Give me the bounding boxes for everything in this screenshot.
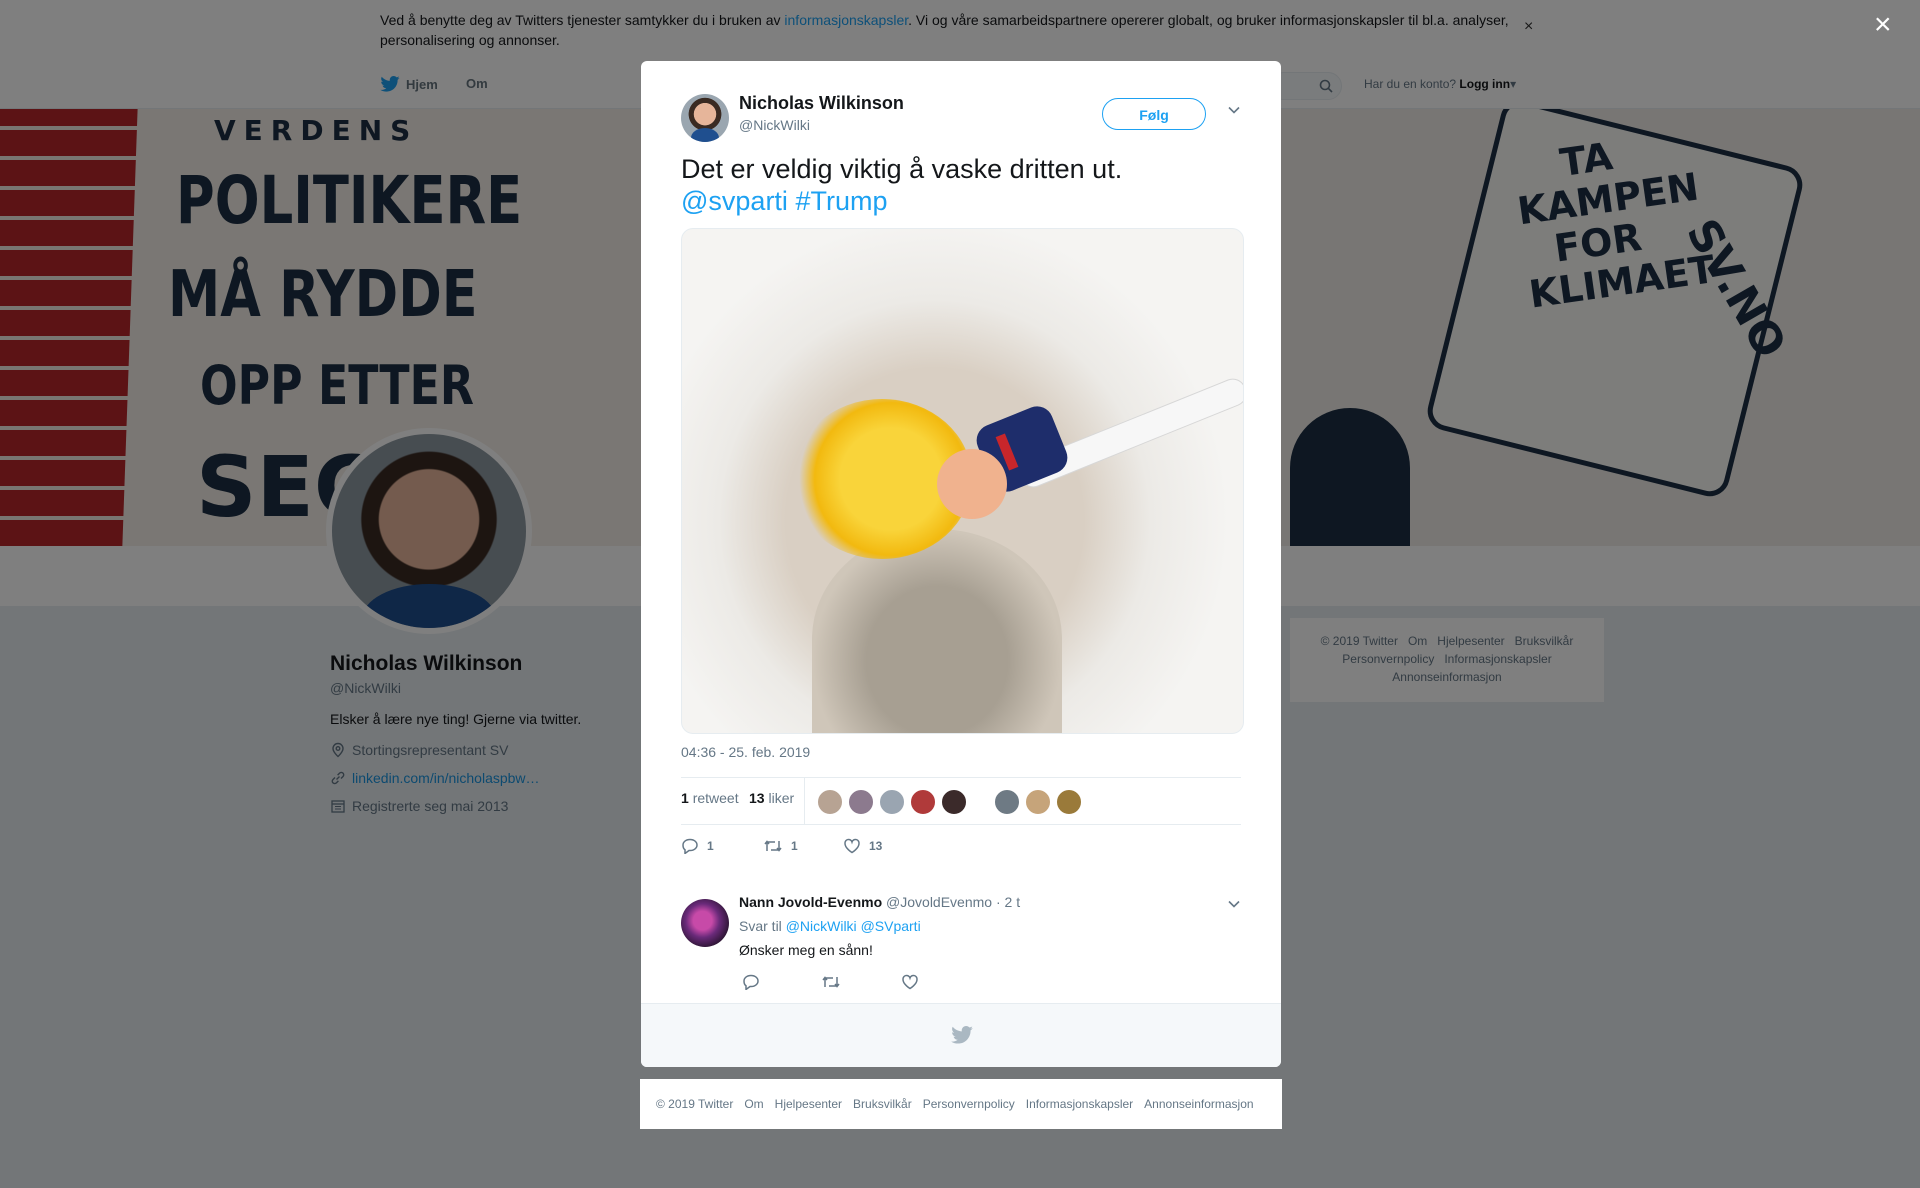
tweet-hashtag-link[interactable]: #Trump — [795, 186, 887, 216]
likers-avatars — [817, 789, 1087, 815]
tweet-photo[interactable] — [681, 228, 1244, 734]
footer-link[interactable]: Om — [744, 1097, 763, 1111]
liker-avatar[interactable] — [879, 789, 905, 815]
reply-icon[interactable] — [742, 974, 760, 990]
reply-icon — [682, 838, 698, 854]
liker-avatar[interactable] — [941, 789, 967, 815]
divider — [681, 824, 1241, 825]
heart-icon — [844, 838, 860, 854]
tweet-text: Det er veldig viktig å vaske dritten ut.… — [681, 154, 1123, 216]
chevron-down-icon[interactable] — [1227, 899, 1241, 909]
tweet-timestamp: 04:36 - 25. feb. 2019 — [681, 744, 811, 760]
like-stat[interactable]: 13 liker — [749, 790, 794, 806]
liker-avatar[interactable] — [1025, 789, 1051, 815]
footer-link[interactable]: Bruksvilkår — [853, 1097, 912, 1111]
like-action[interactable]: 13 — [843, 838, 882, 854]
reply-header: Nann Jovold-Evenmo @JovoldEvenmo · 2 t — [739, 894, 1020, 910]
footer-link[interactable]: Annonseinformasjon — [1144, 1097, 1253, 1111]
close-modal-button[interactable]: × — [1874, 10, 1892, 40]
retweet-action[interactable]: 1 — [763, 838, 798, 854]
modal-footer — [641, 1003, 1281, 1067]
divider — [681, 777, 1241, 778]
follow-button[interactable]: Følg — [1102, 98, 1206, 130]
tweet-author-handle[interactable]: @NickWilki — [739, 117, 810, 133]
twitter-bird-icon — [951, 1026, 973, 1044]
retweet-icon[interactable] — [821, 974, 841, 990]
footer-link[interactable]: Informasjonskapsler — [1026, 1097, 1133, 1111]
tweet-mention-link[interactable]: @svparti — [681, 186, 788, 216]
reply-action[interactable]: 1 — [681, 838, 714, 854]
retweet-stat[interactable]: 1 retweet — [681, 790, 739, 806]
reply-time[interactable]: · 2 t — [996, 894, 1020, 910]
liker-avatar[interactable] — [848, 789, 874, 815]
footer-link[interactable]: Hjelpesenter — [775, 1097, 842, 1111]
divider — [804, 777, 805, 824]
tweet-author-avatar[interactable] — [681, 94, 729, 142]
liker-avatar[interactable] — [1056, 789, 1082, 815]
liker-avatar[interactable] — [994, 789, 1020, 815]
footer-bottom: © 2019 Twitter Om Hjelpesenter Bruksvilkår P… — [640, 1079, 1282, 1129]
tweet-modal: Nicholas Wilkinson @NickWilki Følg Det e… — [641, 61, 1281, 1067]
reply-author-name[interactable]: Nann Jovold-Evenmo — [739, 894, 882, 910]
tweet-author-name[interactable]: Nicholas Wilkinson — [739, 93, 904, 114]
reply-author-handle[interactable]: @JovoldEvenmo — [886, 894, 992, 910]
reply-author-avatar[interactable] — [681, 899, 729, 947]
heart-icon[interactable] — [901, 974, 919, 990]
footer-copyright: © 2019 Twitter — [656, 1097, 734, 1111]
retweet-icon — [764, 840, 782, 852]
reply-to-line: Svar til @NickWilki @SVparti — [739, 918, 921, 934]
footer-link[interactable]: Personvernpolicy — [923, 1097, 1015, 1111]
reply-to-link[interactable]: @SVparti — [861, 918, 921, 934]
chevron-down-icon[interactable] — [1227, 105, 1241, 115]
reply-to-link[interactable]: @NickWilki — [786, 918, 857, 934]
liker-avatar[interactable] — [910, 789, 936, 815]
liker-avatar[interactable] — [817, 789, 843, 815]
reply-text: Ønsker meg en sånn! — [739, 942, 873, 958]
